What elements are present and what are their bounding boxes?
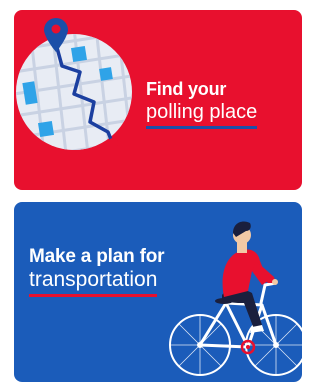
transport-title-line1: Make a plan for (29, 246, 165, 267)
polling-place-title: Find your polling place (146, 78, 258, 129)
transportation-title: Make a plan for transportation (29, 246, 165, 297)
map-route-icon (16, 18, 132, 150)
polling-title-line2: polling place (146, 100, 258, 129)
polling-title-line1: Find your (146, 79, 227, 99)
cyclist-icon (169, 221, 302, 376)
polling-place-card[interactable]: Find your polling place (14, 10, 302, 190)
transport-title-line2: transportation (29, 268, 158, 297)
transportation-card[interactable]: Make a plan for transportation (14, 202, 302, 382)
